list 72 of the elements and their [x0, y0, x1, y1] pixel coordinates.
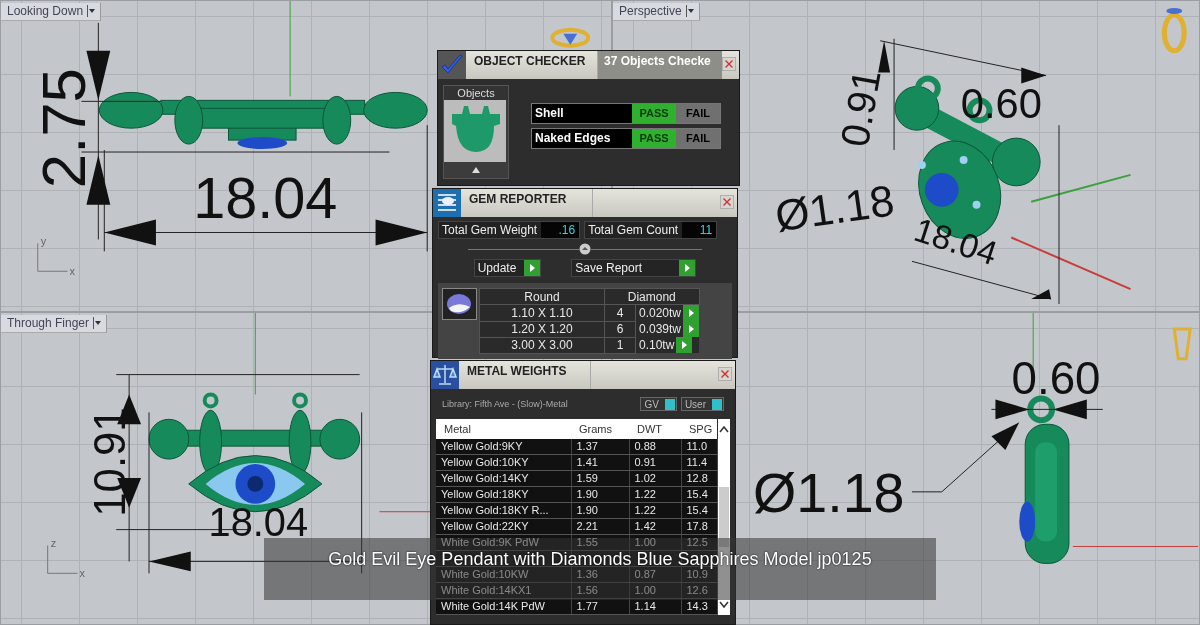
table-cell: 0.88 — [629, 439, 681, 455]
ring-icon — [550, 27, 591, 48]
scrollbar-thumb[interactable] — [718, 487, 729, 547]
save-report-button[interactable]: Save Report — [571, 259, 697, 277]
gem-icon — [442, 288, 477, 320]
dimension-label: 18.04 — [208, 499, 309, 544]
dimension-label: Ø1.18 — [772, 175, 897, 241]
dimension-label: 0.60 — [960, 80, 1042, 128]
up-arrow-icon — [472, 167, 480, 173]
pass-indicator: PASS — [632, 129, 676, 148]
table-cell: 1.37 — [571, 439, 629, 455]
check-label: Naked Edges — [534, 130, 612, 147]
table-cell: 0.020tw — [639, 306, 682, 320]
viewport-tab[interactable]: Through Finger — [1, 315, 108, 333]
gem-list-icon — [433, 189, 461, 217]
toggle-button[interactable]: User — [680, 397, 724, 411]
axis-label: x — [79, 567, 85, 580]
column-header[interactable]: DWT — [629, 419, 681, 439]
gem-weight-field: Total Gem Weight .16 — [438, 221, 581, 239]
play-button[interactable] — [524, 260, 541, 276]
scroll-up-icon[interactable] — [718, 425, 729, 433]
table-cell: 0.039tw — [639, 322, 682, 336]
table-cell: 0.87 — [629, 566, 681, 583]
panel-title: METAL WEIGHTS — [459, 361, 591, 389]
status-text: 37 Objects Checke — [598, 51, 722, 79]
viewport-tab[interactable]: Looking Down — [1, 3, 102, 21]
toggle-button[interactable]: GV — [640, 397, 677, 411]
table-cell: 11.0 — [681, 439, 717, 455]
fail-indicator: FAIL — [676, 104, 720, 123]
gem-count-field: Total Gem Count 11 — [584, 221, 718, 239]
dimension-label: 0.60 — [1011, 353, 1101, 405]
splitter-handle[interactable] — [579, 243, 591, 255]
panel-title: GEM REPORTER — [461, 189, 593, 217]
scroll-down-icon[interactable] — [718, 601, 729, 609]
dimension-label: 18.04 — [193, 165, 338, 230]
dimension-label: 0.91 — [832, 65, 889, 150]
play-button[interactable] — [683, 305, 700, 321]
axis-indicator-icon — [47, 545, 78, 574]
column-header: Round — [479, 288, 605, 305]
dimension-label: 18.04 — [909, 210, 1002, 273]
table-cell: 0.10tw — [639, 338, 675, 352]
fail-indicator: FAIL — [676, 129, 720, 148]
close-icon[interactable] — [720, 195, 734, 209]
dimension-label: Ø1.18 — [753, 461, 905, 524]
column-header[interactable]: Grams — [571, 419, 629, 439]
column-header: Diamond — [604, 288, 700, 305]
viewport-tab[interactable]: Perspective — [613, 3, 700, 21]
column-header[interactable]: Metal — [436, 419, 571, 439]
axis-label: y — [40, 235, 47, 248]
jewelry-icon — [1172, 327, 1192, 361]
scale-icon — [431, 361, 459, 389]
play-button[interactable] — [676, 337, 693, 353]
update-button[interactable]: Update — [473, 259, 542, 277]
caret-icon[interactable] — [93, 317, 103, 329]
library-label: Library: Fifth Ave - (Slow)-Metal — [442, 399, 568, 409]
axis-label: x — [69, 265, 75, 278]
column-header[interactable]: SPG — [681, 419, 717, 439]
thumbnail-label: Objects — [444, 86, 508, 100]
axis-label: z — [50, 537, 57, 550]
table-cell: White Gold:10KW — [436, 566, 571, 583]
dimension-label: 2.75 — [29, 68, 99, 189]
caret-icon[interactable] — [87, 5, 97, 17]
check-label: Shell — [534, 105, 565, 122]
table-cell: Yellow Gold:9KY — [436, 439, 571, 455]
checkmark-icon — [438, 51, 466, 79]
caret-icon[interactable] — [685, 5, 695, 17]
play-button[interactable] — [679, 260, 696, 276]
pass-indicator: PASS — [632, 104, 676, 123]
close-icon[interactable] — [722, 57, 736, 71]
table-cell: 1.36 — [571, 566, 629, 583]
close-icon[interactable] — [718, 367, 732, 381]
ring-icon — [1161, 7, 1187, 54]
